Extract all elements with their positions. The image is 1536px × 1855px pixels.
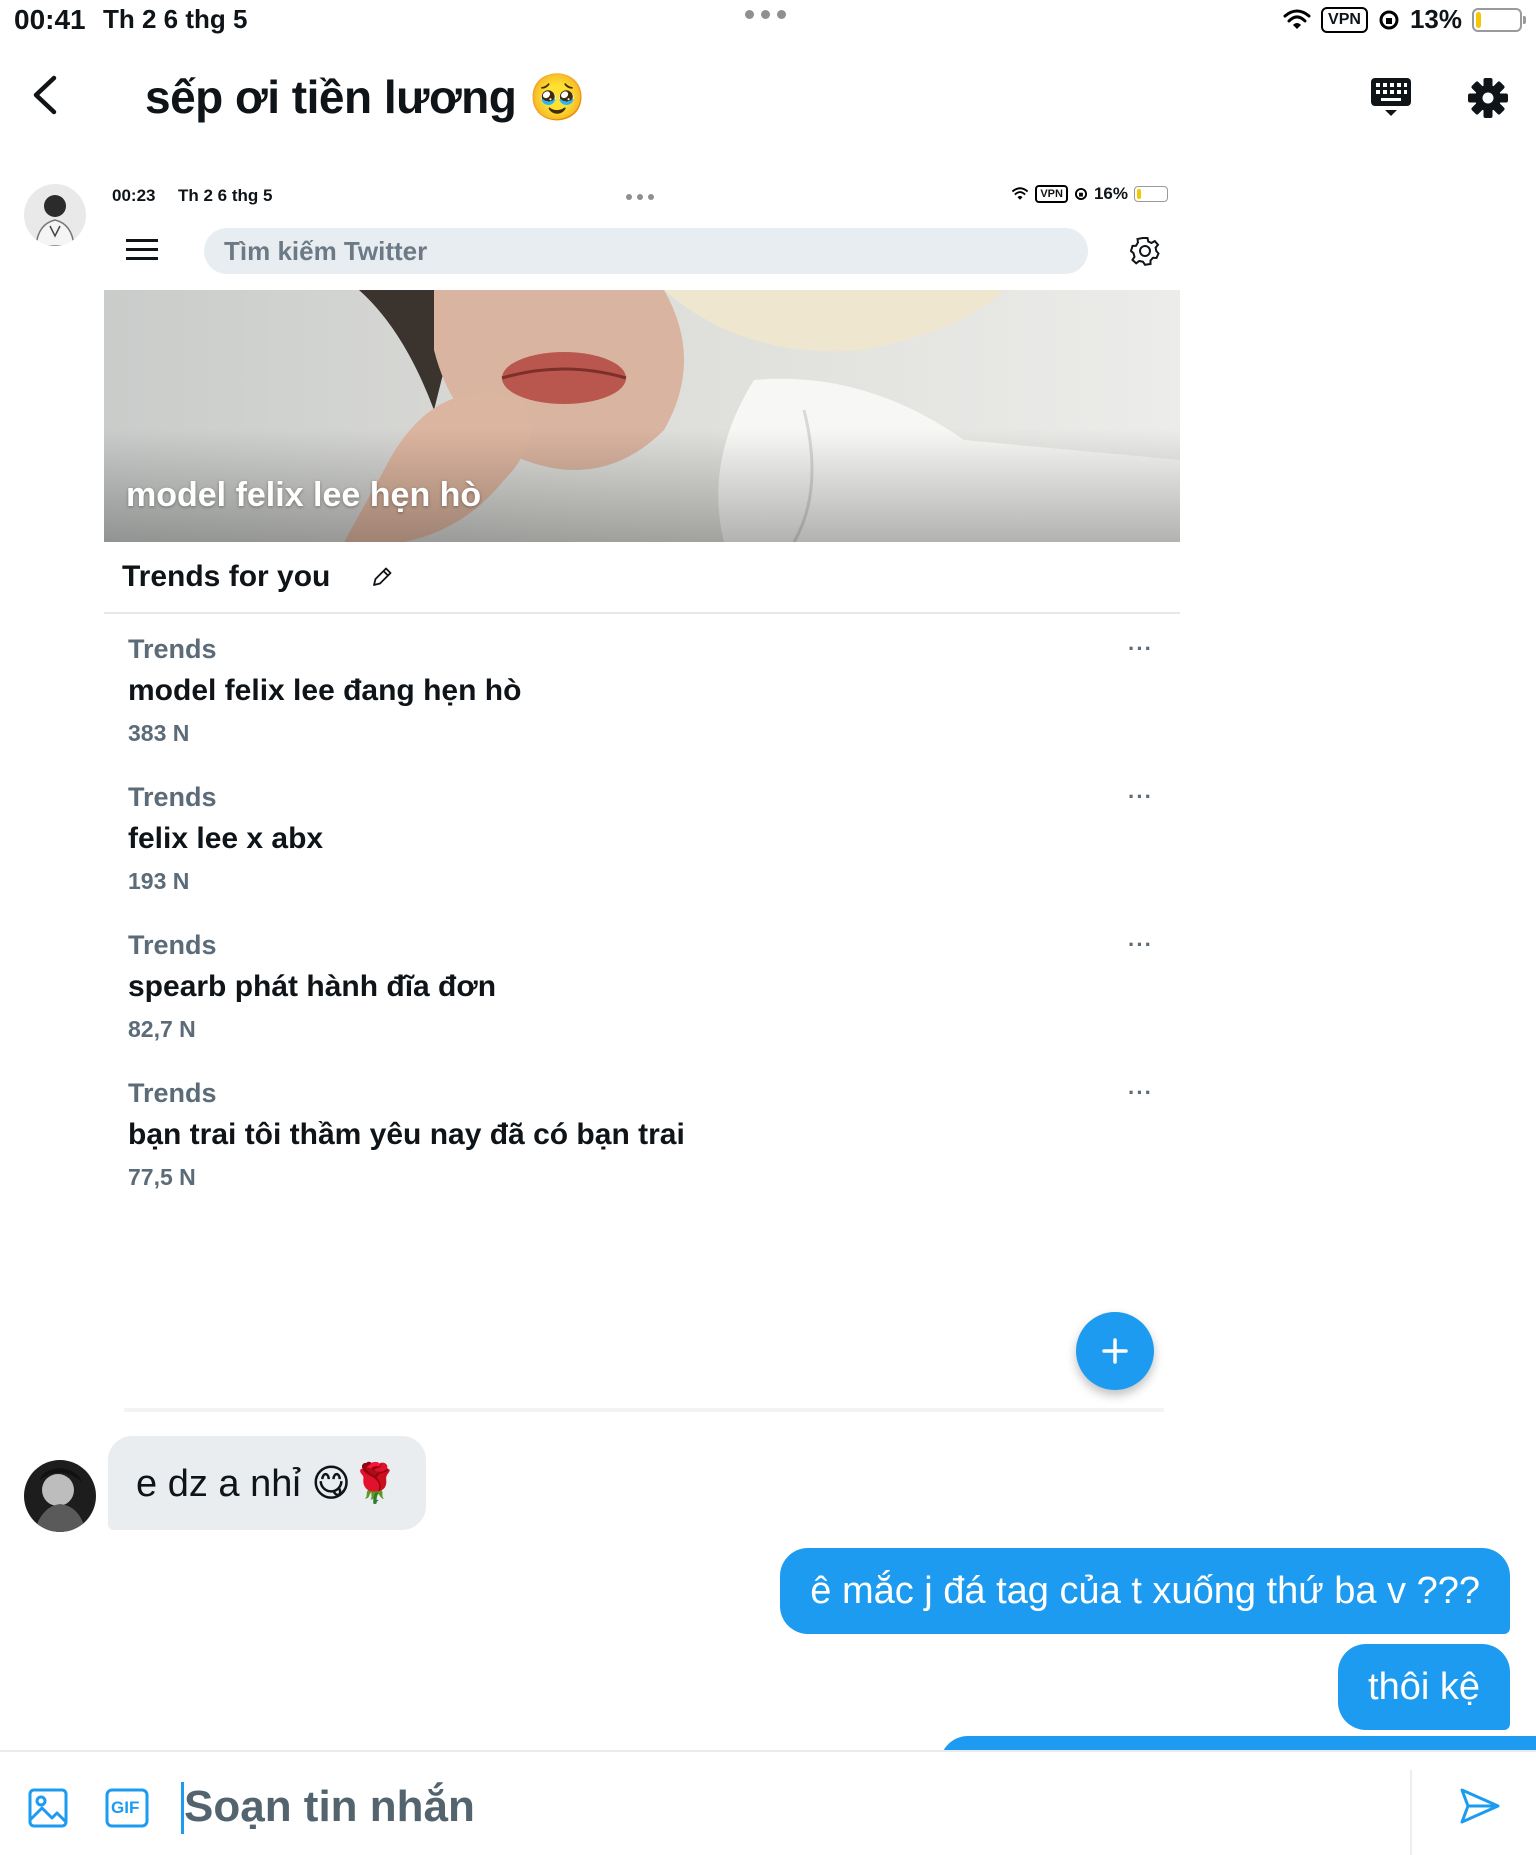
trend-item: Trends spearb phát hành đĩa đơn 82,7 N ·… [104,930,1180,1070]
trend-name: felix lee x abx [128,822,324,855]
more-icon: ··· [1128,784,1153,809]
gear-icon [1468,78,1508,118]
screenshot-dots [626,194,654,200]
screenshot-status-date: Th 2 6 thg 5 [178,186,273,205]
search-placeholder: Tìm kiếm Twitter [224,236,428,266]
trend-banner-image: model felix lee hẹn hò [104,290,1180,542]
trend-count: 77,5 N [128,1164,196,1190]
trend-category: Trends [128,930,217,960]
gif-label: GIF [111,1798,140,1817]
wifi-icon [1012,187,1029,200]
screenshot-status-time: 00:23 [112,186,156,205]
banner-caption: model felix lee hẹn hò [126,476,482,514]
plus-icon [1102,1338,1128,1364]
status-time: 00:41 [14,4,86,35]
vpn-badge: VPN [1321,6,1368,33]
trend-name: spearb phát hành đĩa đơn [128,970,497,1003]
screenshot-vpn-badge: VPN [1035,185,1068,203]
sender-avatar[interactable] [24,1460,96,1532]
composer-divider [1410,1770,1412,1855]
trend-item: Trends felix lee x abx 193 N ··· [104,782,1180,922]
trend-name: bạn trai tôi thầm yêu nay đã có bạn trai [128,1118,685,1151]
keyboard-icon [1371,78,1411,116]
status-date: Th 2 6 thg 5 [103,4,248,34]
conversation-settings-button[interactable] [1462,72,1514,124]
back-button[interactable] [22,70,72,120]
rotation-lock-icon [1074,187,1088,201]
settings-gear-icon [1129,237,1160,266]
battery-icon [1472,7,1526,32]
shared-screenshot-image[interactable]: 00:23 Th 2 6 thg 5 VPN 16% Tìm kiếm Twit… [104,176,1180,1416]
message-bubble-incoming[interactable]: e dz a nhỉ 😋🌹 [108,1436,427,1530]
more-icon: ··· [1128,636,1153,661]
screenshot-search-bar: Tìm kiếm Twitter [204,228,1088,274]
battery-percent: 13% [1409,4,1462,34]
wifi-icon [1283,9,1311,29]
send-icon [1460,1788,1500,1824]
chevron-left-icon [33,75,57,115]
more-icon: ··· [1128,1080,1153,1105]
message-bubble-outgoing[interactable]: ê mắc j đá tag của t xuống thứ ba v ??? [780,1548,1510,1634]
trend-category: Trends [128,1078,217,1108]
avatar-photo [24,1460,96,1532]
sender-avatar[interactable] [24,184,86,246]
trend-name: model felix lee đang hẹn hò [128,674,522,707]
compose-fab [1076,1312,1154,1390]
pencil-icon [373,567,392,586]
battery-icon [1134,186,1168,202]
trends-heading: Trends for you [122,560,331,593]
trend-count: 82,7 N [128,1016,196,1042]
hamburger-menu-icon [126,239,158,260]
trend-count: 383 N [128,720,190,746]
screenshot-bottom-edge [124,1408,1164,1412]
message-input[interactable] [184,1774,1384,1840]
message-text: e dz a nhỉ 😋🌹 [136,1462,399,1505]
more-icon: ··· [1128,932,1153,957]
add-media-button[interactable] [26,1786,70,1830]
rotation-lock-icon [1379,10,1399,29]
add-gif-button[interactable]: GIF [104,1786,150,1830]
send-button[interactable] [1456,1782,1504,1830]
message-text: ê mắc j đá tag của t xuống thứ ba v ??? [810,1569,1480,1612]
message-text: thôi kệ [1368,1665,1480,1708]
keyboard-shortcuts-button[interactable] [1365,72,1417,124]
message-bubble-outgoing[interactable]: thôi kệ [1338,1644,1510,1730]
image-icon [28,1788,68,1828]
trend-category: Trends [128,634,217,664]
trend-category: Trends [128,782,217,812]
multitask-dots[interactable] [745,10,786,19]
trend-item: Trends bạn trai tôi thầm yêu nay đã có b… [104,1078,1180,1218]
avatar-photo [24,184,86,246]
conversation-title: sếp ơi tiền lương 🥹 [145,71,586,123]
trend-count: 193 N [128,868,190,894]
status-indicators: VPN 13% [1283,4,1526,35]
screenshot-status-indicators: VPN 16% [1011,184,1168,204]
message-composer: GIF [0,1750,1536,1855]
screenshot-battery-percent: 16% [1093,184,1128,203]
trends-divider [104,612,1180,614]
trend-item: Trends model felix lee đang hẹn hò 383 N… [104,634,1180,774]
